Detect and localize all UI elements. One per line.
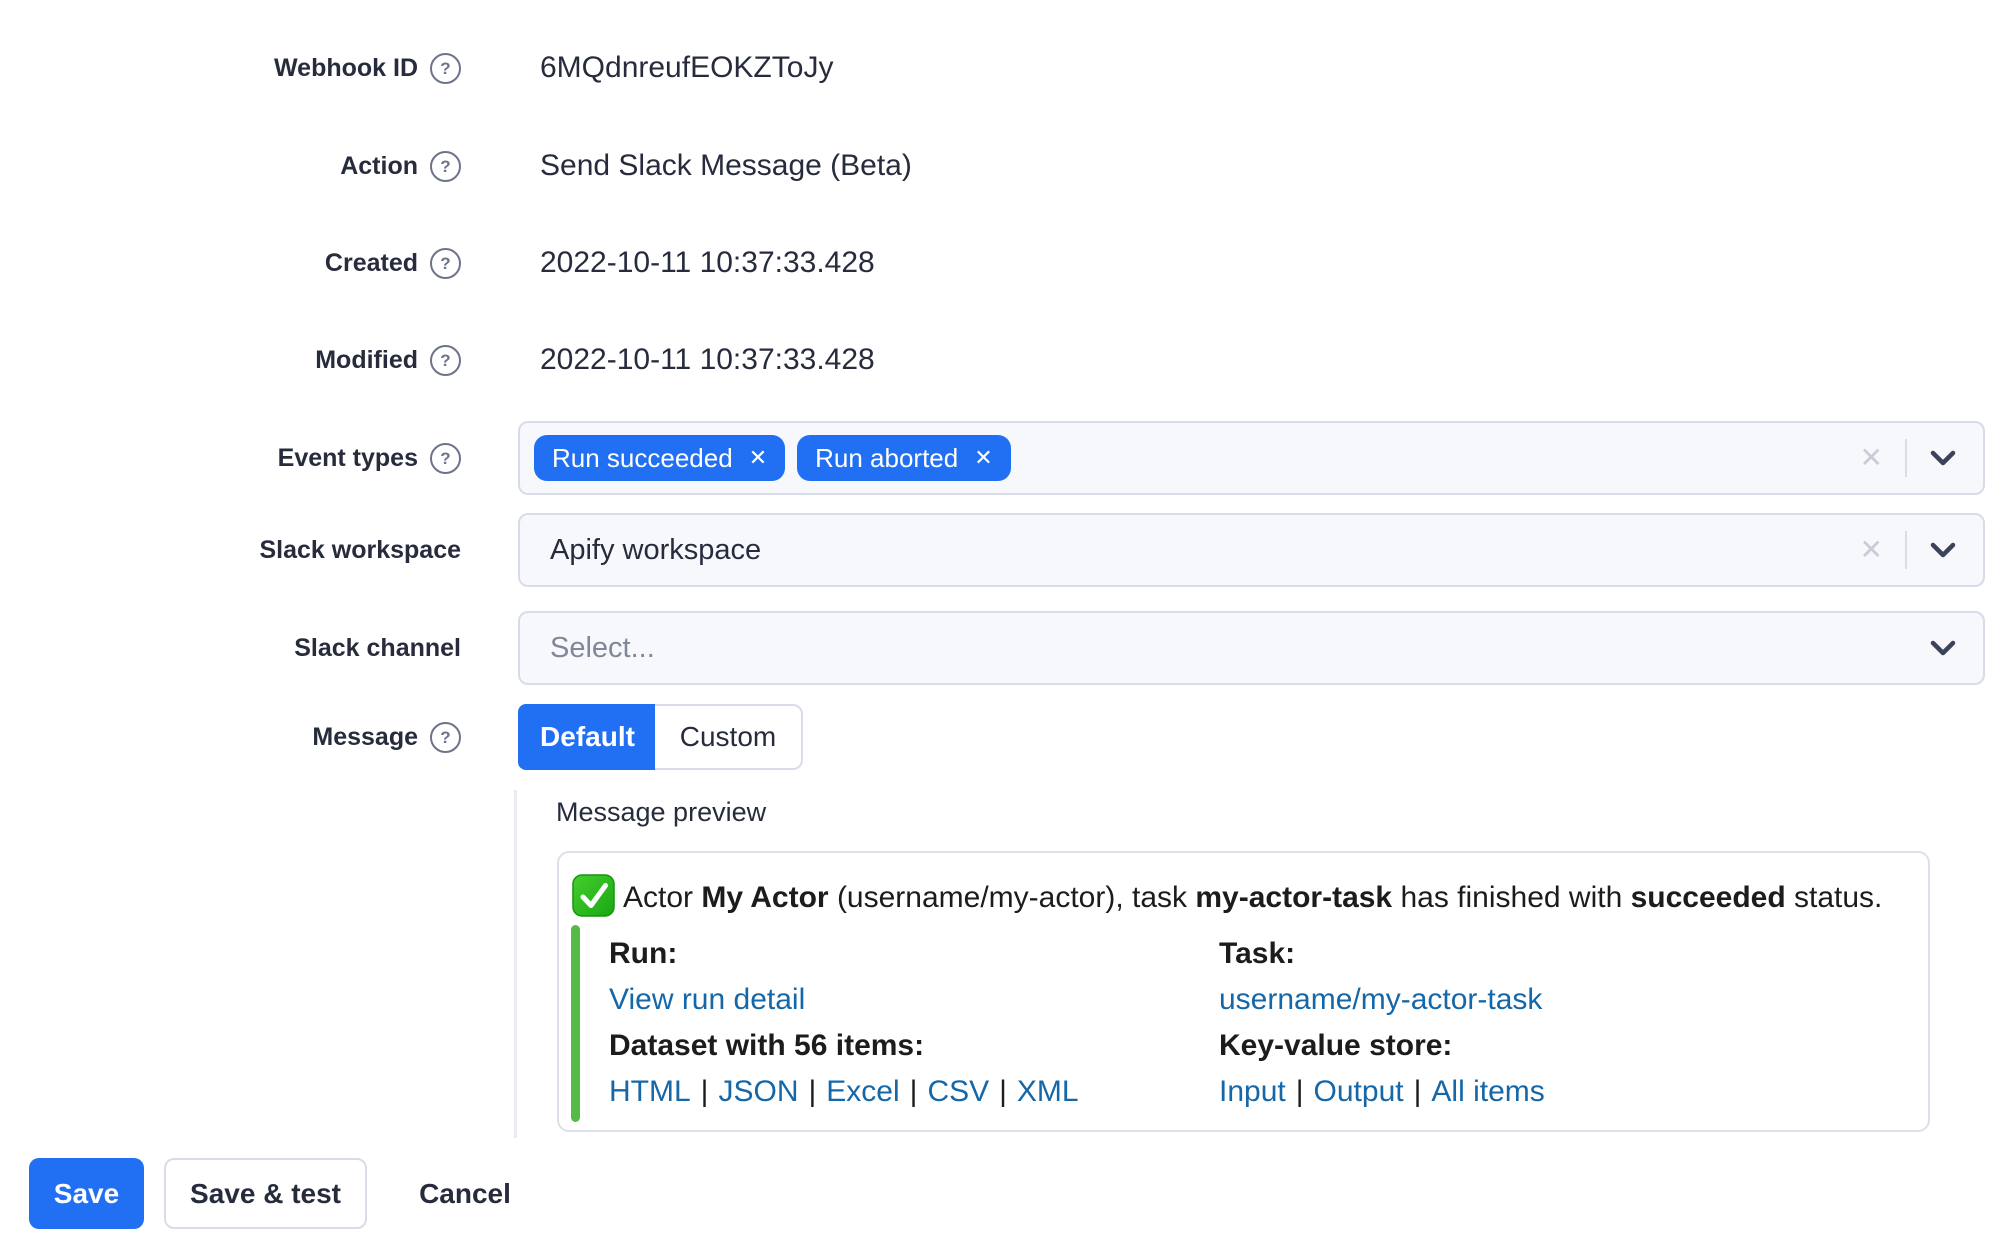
check-emoji-icon	[572, 874, 615, 917]
dataset-heading: Dataset with 56 items:	[609, 1029, 925, 1062]
toggle-option-custom[interactable]: Custom	[655, 706, 801, 768]
event-types-select[interactable]: Run succeeded ✕ Run aborted ✕ ✕	[518, 421, 1985, 495]
help-icon[interactable]: ?	[430, 150, 461, 182]
help-icon[interactable]: ?	[430, 344, 461, 376]
subsection-indent-line	[514, 790, 517, 1138]
task-link[interactable]: username/my-actor-task	[1219, 983, 1542, 1016]
preview-headline: Actor My Actor (username/my-actor), task…	[623, 881, 1883, 914]
message-preview-title: Message preview	[556, 796, 767, 827]
preview-link[interactable]: All items	[1431, 1075, 1544, 1108]
help-icon[interactable]: ?	[430, 721, 461, 753]
slack-channel-label: Slack channel	[294, 633, 461, 662]
help-icon[interactable]: ?	[430, 442, 461, 474]
event-type-tag: Run aborted ✕	[797, 435, 1011, 481]
action-label: Action ?	[0, 148, 461, 184]
kv-store-heading: Key-value store:	[1219, 1029, 1453, 1062]
preview-link[interactable]: Output	[1314, 1075, 1404, 1108]
modified-value: 2022-10-11 10:37:33.428	[540, 343, 875, 376]
webhook-id-value: 6MQdnreufEOKZToJy	[540, 51, 834, 84]
clear-icon[interactable]: ✕	[1860, 536, 1883, 564]
message-label: Message ?	[0, 719, 461, 755]
toggle-option-default[interactable]: Default	[518, 704, 655, 770]
webhook-id-label: Webhook ID ?	[0, 50, 461, 86]
slack-workspace-value: Apify workspace	[550, 533, 762, 566]
message-mode-toggle: Default Custom	[518, 704, 803, 770]
slack-channel-placeholder: Select...	[550, 631, 655, 664]
run-heading: Run:	[609, 937, 678, 970]
event-type-tag: Run succeeded ✕	[534, 435, 786, 481]
save-and-test-button[interactable]: Save & test	[164, 1158, 367, 1229]
link-separator: |	[909, 1075, 918, 1108]
link-separator: |	[999, 1075, 1007, 1108]
preview-task-column: Task: username/my-actor-task Key-value s…	[1219, 931, 1545, 1115]
attachment-color-bar	[571, 925, 580, 1122]
divider	[1905, 439, 1907, 477]
slack-workspace-label: Slack workspace	[259, 535, 461, 564]
webhook-settings-page: Webhook ID ? 6MQdnreufEOKZToJy Action ? …	[0, 0, 2000, 1260]
help-icon[interactable]: ?	[430, 52, 461, 84]
modified-label: Modified ?	[0, 342, 461, 378]
preview-link[interactable]: CSV	[927, 1075, 989, 1108]
help-icon[interactable]: ?	[430, 247, 461, 279]
event-types-label: Event types ?	[0, 440, 461, 476]
preview-link[interactable]: Excel	[826, 1075, 899, 1108]
link-separator: |	[700, 1075, 709, 1108]
slack-workspace-select[interactable]: Apify workspace ✕	[518, 513, 1985, 587]
slack-channel-select[interactable]: Select...	[518, 611, 1985, 685]
preview-link[interactable]: HTML	[609, 1075, 691, 1108]
link-separator: |	[808, 1075, 817, 1108]
dataset-links: HTML | JSON | Excel | CSV | XML	[609, 1069, 1079, 1115]
preview-link[interactable]: Input	[1219, 1075, 1286, 1108]
save-button[interactable]: Save	[29, 1158, 144, 1229]
kv-store-links: Input | Output | All items	[1219, 1069, 1545, 1115]
view-run-detail-link[interactable]: View run detail	[609, 983, 805, 1016]
cancel-button[interactable]: Cancel	[408, 1158, 522, 1229]
clear-icon[interactable]: ✕	[1860, 444, 1883, 472]
chevron-down-icon[interactable]	[1929, 639, 1957, 657]
divider	[1905, 531, 1907, 569]
preview-run-column: Run: View run detail Dataset with 56 ite…	[609, 931, 1079, 1115]
preview-link[interactable]: JSON	[718, 1075, 798, 1108]
remove-tag-icon[interactable]: ✕	[974, 447, 992, 469]
link-separator: |	[1413, 1075, 1422, 1108]
created-label: Created ?	[0, 245, 461, 281]
link-separator: |	[1295, 1075, 1304, 1108]
remove-tag-icon[interactable]: ✕	[749, 447, 767, 469]
created-value: 2022-10-11 10:37:33.428	[540, 246, 875, 279]
message-preview-box: Actor My Actor (username/my-actor), task…	[557, 851, 1930, 1132]
action-value: Send Slack Message (Beta)	[540, 149, 912, 182]
chevron-down-icon[interactable]	[1929, 541, 1957, 559]
preview-link[interactable]: XML	[1017, 1075, 1079, 1108]
task-heading: Task:	[1219, 937, 1296, 970]
chevron-down-icon[interactable]	[1929, 449, 1957, 467]
